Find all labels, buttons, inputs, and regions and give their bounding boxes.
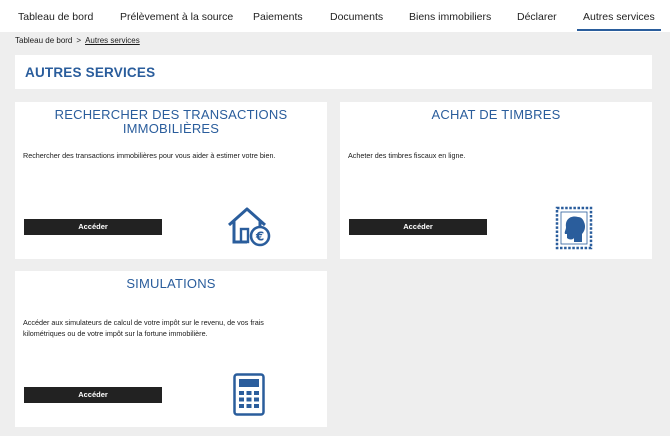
- nav-item-tableau-de-bord[interactable]: Tableau de bord: [18, 11, 93, 23]
- nav-item-paiements[interactable]: Paiements: [253, 11, 303, 23]
- card-transactions-immobilieres: RECHERCHER DES TRANSACTIONS IMMOBILIÈRES…: [15, 102, 327, 259]
- acceder-button[interactable]: Accéder: [24, 219, 162, 235]
- breadcrumb-separator: >: [76, 36, 82, 45]
- card-description-line: Accéder aux simulateurs de calcul de vot…: [23, 318, 264, 327]
- card-title: RECHERCHER DES TRANSACTIONS IMMOBILIÈRES: [15, 108, 327, 136]
- card-title-line: IMMOBILIÈRES: [122, 121, 220, 136]
- card-description: Acheter des timbres fiscaux en ligne.: [348, 151, 466, 160]
- card-title: SIMULATIONS: [126, 276, 216, 291]
- nav-item-autres-services[interactable]: Autres services: [577, 11, 661, 31]
- house-euro-icon: €: [228, 207, 271, 247]
- breadcrumb: Tableau de bord > Autres services: [15, 36, 140, 45]
- card-description-line: kilométriques ou de votre impôt sur la f…: [23, 328, 208, 338]
- nav-item-declarer[interactable]: Déclarer: [517, 11, 557, 23]
- acceder-button[interactable]: Accéder: [24, 387, 162, 403]
- nav-item-documents[interactable]: Documents: [330, 11, 383, 23]
- card-simulations: SIMULATIONS Accéder aux simulateurs de c…: [15, 271, 327, 427]
- svg-text:€: €: [255, 230, 264, 244]
- calculator-icon: [233, 373, 265, 416]
- breadcrumb-home[interactable]: Tableau de bord: [15, 36, 72, 45]
- acceder-button[interactable]: Accéder: [349, 219, 487, 235]
- stamp-icon: [555, 206, 593, 250]
- nav-item-prelevement-a-la-source[interactable]: Prélèvement à la source: [120, 11, 233, 23]
- card-achat-de-timbres: ACHAT DE TIMBRES Acheter des timbres fis…: [340, 102, 652, 259]
- page-title-bar: AUTRES SERVICES: [15, 55, 652, 89]
- card-title-line: RECHERCHER DES TRANSACTIONS: [54, 107, 288, 122]
- breadcrumb-current[interactable]: Autres services: [85, 36, 140, 45]
- card-description: Rechercher des transactions immobilières…: [23, 151, 276, 160]
- nav-item-biens-immobiliers[interactable]: Biens immobiliers: [409, 11, 491, 23]
- card-title: ACHAT DE TIMBRES: [431, 107, 561, 122]
- card-description: Accéder aux simulateurs de calcul de vot…: [23, 318, 264, 339]
- top-navigation: Tableau de bord Prélèvement à la source …: [0, 0, 670, 32]
- page-title: AUTRES SERVICES: [25, 65, 156, 80]
